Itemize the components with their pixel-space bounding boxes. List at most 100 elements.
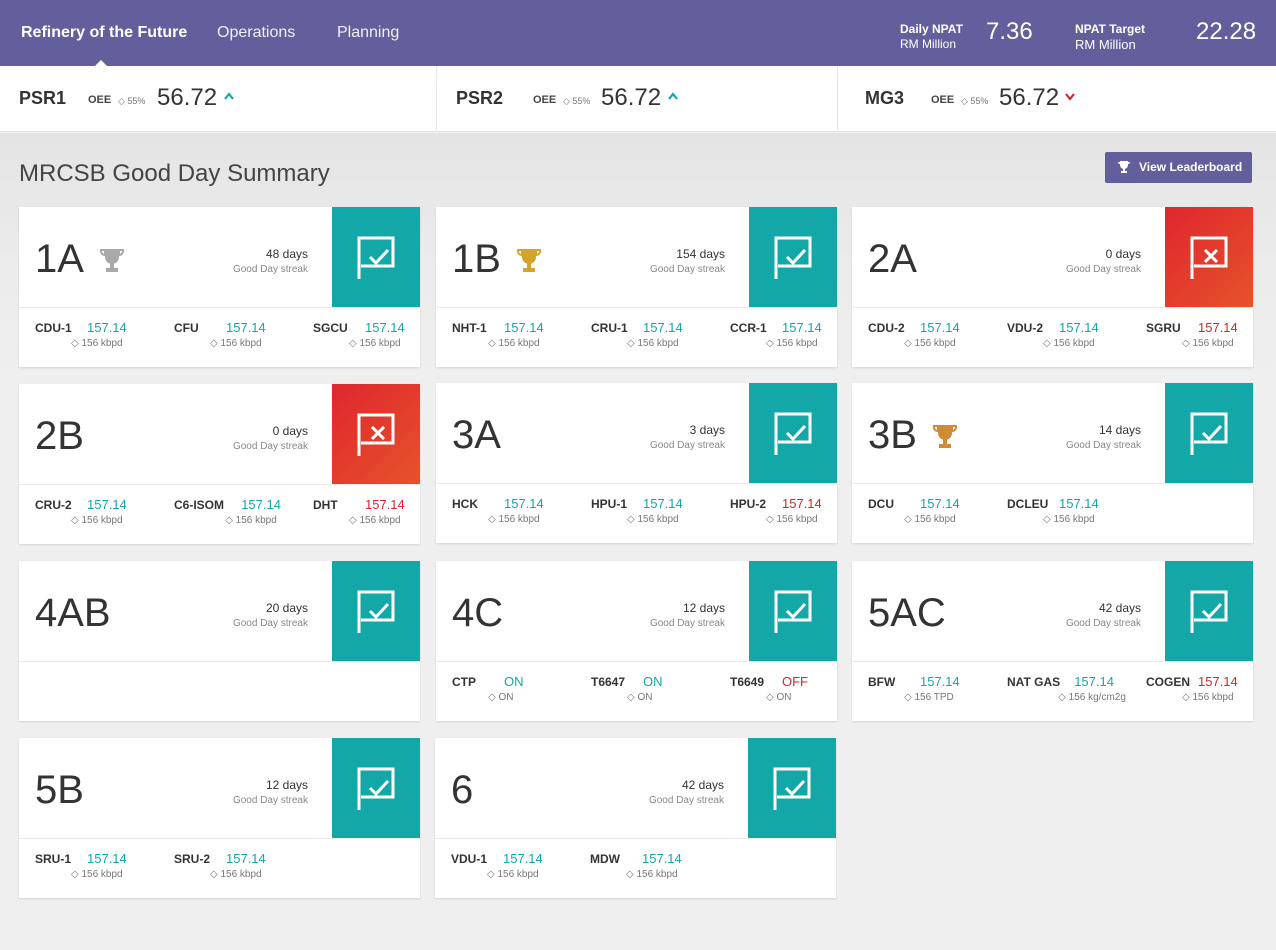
unit-metric[interactable]: COGEN 157.14 ◇ 156 kbpd [1146, 674, 1276, 715]
unit-metric[interactable]: CDU-1 157.14 ◇ 156 kbpd [35, 320, 165, 361]
metric-name: COGEN [1146, 675, 1191, 689]
unit-metric[interactable]: SGCU 157.14 ◇ 156 kbpd [313, 320, 443, 361]
unit-metric[interactable]: DHT 157.14 ◇ 156 kbpd [313, 497, 443, 538]
area-card-4ab[interactable]: 4AB 20 days Good Day streak [19, 561, 420, 721]
unit-metric[interactable]: HCK 157.14 ◇ 156 kbpd [452, 496, 582, 537]
metric-target: ◇ 156 kbpd [1043, 514, 1095, 525]
metric-value: 157.14 [365, 320, 405, 335]
area-code: 3B [868, 413, 917, 457]
unit-psr1[interactable]: PSR1 OEE ◇ 55% 56.72 [0, 66, 436, 132]
unit-metric[interactable]: NAT GAS 157.14 ◇ 156 kg/cm2g [1007, 674, 1137, 715]
unit-metric[interactable]: T6649 OFF ◇ ON [730, 674, 860, 715]
unit-metric[interactable]: CCR-1 157.14 ◇ 156 kbpd [730, 320, 860, 361]
streak-label: Good Day streak [649, 618, 725, 629]
card-divider [19, 661, 420, 662]
unit-metric[interactable]: CTP ON ◇ ON [452, 674, 582, 715]
good-day-flag-icon [1165, 561, 1253, 661]
streak-days: 42 days [1098, 601, 1141, 615]
streak-days: 14 days [1098, 423, 1141, 437]
unit-metric[interactable]: CRU-2 157.14 ◇ 156 kbpd [35, 497, 165, 538]
unit-psr2[interactable]: PSR2 OEE ◇ 55% 56.72 [437, 66, 837, 132]
area-card-5ac[interactable]: 5AC 42 days Good Day streak BFW 157.14 ◇… [852, 561, 1253, 721]
metric-target: ◇ 156 kbpd [349, 338, 401, 349]
metric-value: 157.14 [1059, 496, 1099, 511]
npat-target-unit: RM Million [1075, 37, 1136, 52]
unit-metric[interactable]: SGRU 157.14 ◇ 156 kbpd [1146, 320, 1276, 361]
trend-up-icon [223, 90, 235, 104]
daily-npat-unit: RM Million [900, 37, 957, 51]
unit-metric[interactable]: CFU 157.14 ◇ 156 kbpd [174, 320, 304, 361]
unit-metric[interactable]: NHT-1 157.14 ◇ 156 kbpd [452, 320, 582, 361]
streak-label: Good Day streak [232, 795, 308, 806]
metric-name: NHT-1 [452, 321, 487, 335]
metric-target: ◇ 156 kbpd [488, 514, 540, 525]
card-divider [19, 838, 420, 839]
metric-name: DCU [868, 497, 894, 511]
daily-npat-value: 7.36 [986, 18, 1033, 45]
good-day-flag-icon [332, 207, 420, 307]
unit-metric[interactable]: HPU-2 157.14 ◇ 156 kbpd [730, 496, 860, 537]
metric-value: OFF [782, 674, 808, 689]
area-card-3b[interactable]: 3B 14 days Good Day streak DCU 157.14 ◇ … [852, 383, 1253, 543]
streak-info: 0 days Good Day streak [1066, 247, 1141, 275]
brand-title[interactable]: Refinery of the Future [21, 24, 187, 42]
metric-name: CFU [174, 321, 199, 335]
streak-days: 154 days [676, 247, 725, 261]
npat-target-value: 22.28 [1196, 18, 1257, 45]
nav-planning[interactable]: Planning [337, 24, 399, 42]
metric-target: ◇ 156 kg/cm2g [1058, 692, 1126, 703]
area-code: 2A [868, 237, 917, 281]
area-card-2b[interactable]: 2B 0 days Good Day streak CRU-2 157.14 ◇… [19, 384, 420, 544]
metric-target: ◇ 156 kbpd [225, 515, 277, 526]
streak-info: 0 days Good Day streak [233, 424, 308, 452]
metric-name: CDU-2 [868, 321, 905, 335]
good-day-flag-icon [1165, 383, 1253, 483]
area-card-3a[interactable]: 3A 3 days Good Day streak HCK 157.14 ◇ 1… [436, 383, 837, 543]
streak-label: Good Day streak [649, 440, 725, 451]
unit-metric[interactable]: DCLEU 157.14 ◇ 156 kbpd [1007, 496, 1137, 537]
area-card-5b[interactable]: 5B 12 days Good Day streak SRU-1 157.14 … [19, 738, 420, 898]
unit-name: PSR2 [456, 88, 504, 108]
metric-value: 157.14 [643, 320, 683, 335]
metric-value: 157.14 [1198, 674, 1238, 689]
leaderboard-label: View Leaderboard [1139, 160, 1243, 174]
area-card-6[interactable]: 6 42 days Good Day streak VDU-1 157.14 ◇… [435, 738, 836, 898]
area-code: 3A [452, 413, 501, 457]
metric-name: HPU-1 [591, 497, 628, 511]
area-card-1a[interactable]: 1A 48 days Good Day streak CDU-1 157.14 … [19, 207, 420, 367]
oee-value: 56.72 [999, 84, 1060, 111]
unit-metric[interactable]: C6-ISOM 157.14 ◇ 156 kbpd [174, 497, 304, 538]
unit-metric[interactable]: BFW 157.14 ◇ 156 TPD [868, 674, 998, 715]
unit-metric[interactable]: VDU-1 157.14 ◇ 156 kbpd [451, 851, 581, 892]
unit-metric[interactable]: SRU-2 157.14 ◇ 156 kbpd [174, 851, 304, 892]
metric-name: SGRU [1146, 321, 1181, 335]
unit-metric[interactable]: SRU-1 157.14 ◇ 156 kbpd [35, 851, 165, 892]
daily-npat-label: Daily NPAT [900, 22, 963, 36]
streak-days: 0 days [272, 424, 308, 438]
unit-metric[interactable]: MDW 157.14 ◇ 156 kbpd [590, 851, 720, 892]
unit-metric[interactable]: T6647 ON ◇ ON [591, 674, 721, 715]
nav-operations[interactable]: Operations [217, 24, 295, 42]
metric-value: 157.14 [87, 497, 127, 512]
metric-name: VDU-2 [1007, 321, 1044, 335]
area-card-2a[interactable]: 2A 0 days Good Day streak CDU-2 157.14 ◇… [852, 207, 1253, 367]
card-divider [436, 661, 837, 662]
streak-label: Good Day streak [232, 441, 308, 452]
unit-metric[interactable]: HPU-1 157.14 ◇ 156 kbpd [591, 496, 721, 537]
unit-metric[interactable]: CRU-1 157.14 ◇ 156 kbpd [591, 320, 721, 361]
metric-target: ◇ 156 kbpd [210, 869, 262, 880]
unit-metric[interactable]: VDU-2 157.14 ◇ 156 kbpd [1007, 320, 1137, 361]
streak-days: 42 days [681, 778, 724, 792]
streak-label: Good Day streak [648, 795, 724, 806]
area-card-4c[interactable]: 4C 12 days Good Day streak CTP ON ◇ ON T… [436, 561, 837, 721]
streak-label: Good Day streak [1065, 264, 1141, 275]
card-divider [19, 307, 420, 308]
trophy-bronze-icon [932, 423, 958, 456]
oee-label: OEE [88, 94, 112, 106]
metric-value: ON [504, 674, 524, 689]
unit-metric[interactable]: CDU-2 157.14 ◇ 156 kbpd [868, 320, 998, 361]
unit-mg3[interactable]: MG3 OEE ◇ 55% 56.72 [838, 66, 1276, 132]
view-leaderboard-button[interactable]: View Leaderboard [1105, 152, 1252, 183]
area-card-1b[interactable]: 1B 154 days Good Day streak NHT-1 157.14… [436, 207, 837, 367]
unit-metric[interactable]: DCU 157.14 ◇ 156 kbpd [868, 496, 998, 537]
